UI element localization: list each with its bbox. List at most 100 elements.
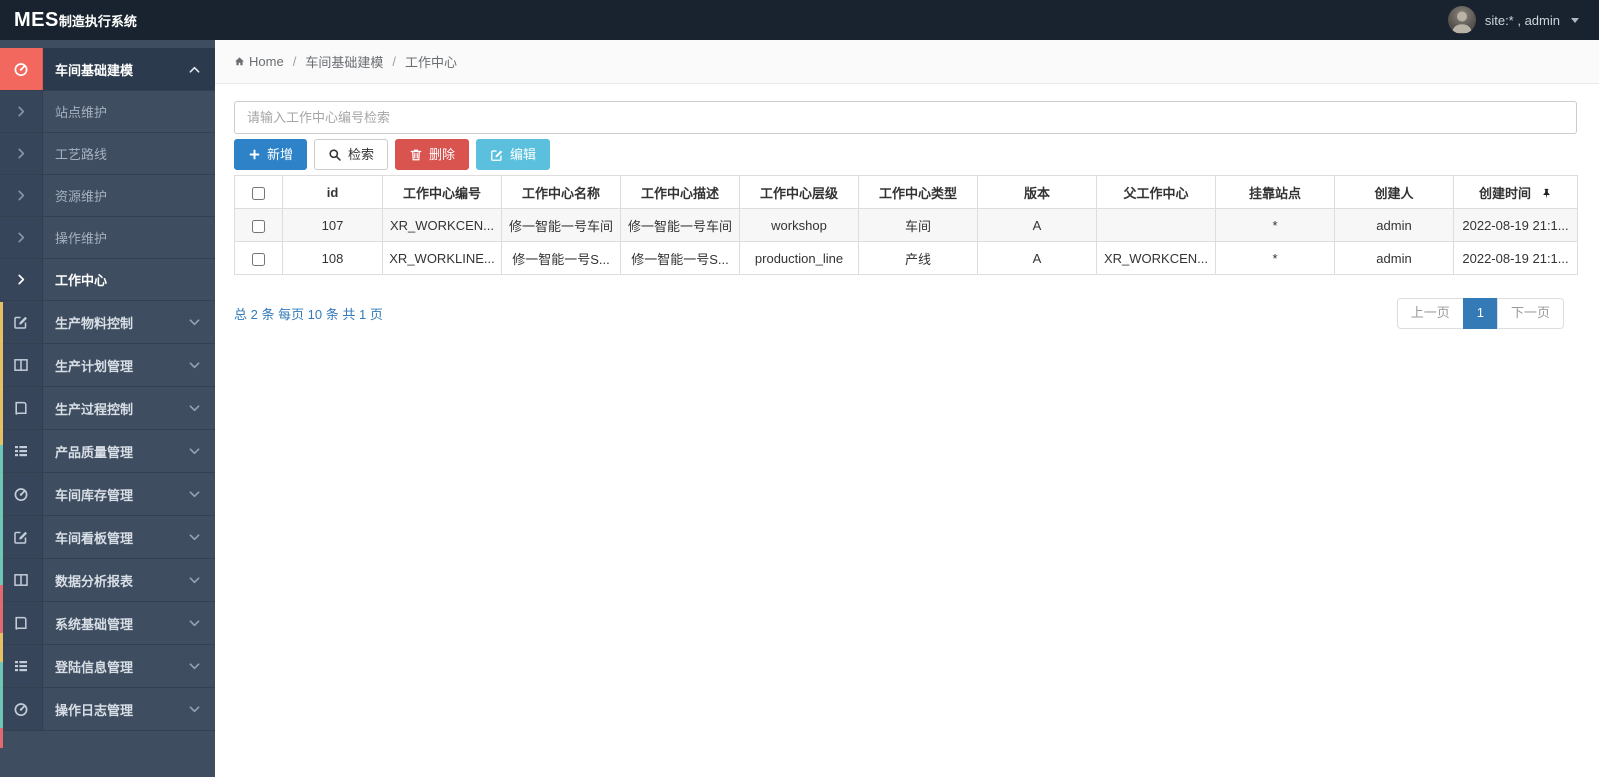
chevron-down-icon-wrap — [189, 344, 215, 386]
table-cell: production_line — [739, 241, 859, 275]
columns-icon — [13, 357, 29, 373]
table-cell: 107 — [282, 208, 383, 242]
column-header-label: 工作中心类型 — [878, 185, 957, 201]
column-header-3[interactable]: 工作中心描述 — [620, 175, 740, 209]
select-all-checkbox[interactable] — [252, 186, 265, 200]
chevron-down-icon-wrap — [189, 301, 215, 343]
prev-page-button[interactable]: 上一页 — [1396, 298, 1464, 329]
chevron-down-icon — [189, 661, 200, 672]
search-button-label: 检索 — [348, 147, 375, 162]
sidebar-submenu-4[interactable]: 操作维护 — [0, 217, 215, 259]
table-cell: A — [977, 241, 1097, 275]
table-cell: XR_WORKLINE... — [382, 241, 502, 275]
chevron-down-icon — [189, 489, 200, 500]
pin-icon[interactable] — [1541, 188, 1552, 199]
plus-icon — [248, 148, 261, 161]
menu-icon-cell — [0, 516, 43, 558]
table-cell — [1096, 208, 1216, 242]
add-button[interactable]: 新增 — [234, 139, 308, 170]
sidebar-submenu-2[interactable]: 工艺路线 — [0, 133, 215, 175]
table-cell: admin — [1334, 208, 1454, 242]
column-header-4[interactable]: 工作中心层级 — [739, 175, 859, 209]
sidebar-menu-11[interactable]: 车间看板管理 — [0, 516, 215, 559]
pagination: 上一页 1 下一页 — [1396, 298, 1564, 329]
column-header-10[interactable]: 创建时间 — [1453, 175, 1578, 209]
breadcrumb-item-1[interactable]: 车间基础建模 — [305, 52, 383, 71]
table-cell: 修一智能一号车间 — [501, 208, 621, 242]
chevron-down-icon — [189, 532, 200, 543]
select-all-header-cell — [234, 175, 283, 209]
page-1-button[interactable]: 1 — [1462, 298, 1498, 329]
column-header-1[interactable]: 工作中心编号 — [382, 175, 502, 209]
chevron-down-icon — [189, 618, 200, 629]
sidebar-menu-10[interactable]: 车间库存管理 — [0, 473, 215, 516]
chevron-down-icon-wrap — [189, 688, 215, 730]
sidebar-menu-13[interactable]: 系统基础管理 — [0, 602, 215, 645]
dashboard-icon — [13, 486, 29, 502]
sidebar-menu-15[interactable]: 操作日志管理 — [0, 688, 215, 731]
dashboard-icon — [13, 701, 29, 717]
table-cell: 修一智能一号S... — [620, 241, 740, 275]
sidebar-menu-9[interactable]: 产品质量管理 — [0, 430, 215, 473]
sidebar-menu-7[interactable]: 生产计划管理 — [0, 344, 215, 387]
column-header-0[interactable]: id — [282, 175, 383, 209]
chevron-down-icon-wrap — [189, 473, 215, 515]
row-select-cell — [234, 208, 283, 242]
column-header-2[interactable]: 工作中心名称 — [501, 175, 621, 209]
sidebar-item-label: 工艺路线 — [55, 147, 108, 162]
column-header-7[interactable]: 父工作中心 — [1096, 175, 1216, 209]
menu-icon-cell — [0, 602, 43, 644]
delete-button[interactable]: 删除 — [395, 139, 470, 170]
sidebar-item-label: 登陆信息管理 — [55, 659, 134, 675]
row-checkbox[interactable] — [252, 219, 265, 233]
table-cell: 车间 — [858, 208, 978, 242]
table-header-row: id 工作中心编号 工作中心名称 工作中心描述 工作中心层级 工作中心类型 版本 父工作中心 挂… — [234, 175, 1578, 209]
column-header-6[interactable]: 版本 — [977, 175, 1097, 209]
sidebar-submenu-3[interactable]: 资源维护 — [0, 175, 215, 217]
table-cell: * — [1215, 241, 1335, 275]
app-logo-main: MES — [14, 8, 59, 31]
menu-icon-cell — [0, 559, 43, 601]
table-cell: * — [1215, 208, 1335, 242]
column-header-8[interactable]: 挂靠站点 — [1215, 175, 1335, 209]
breadcrumb-label: Home — [249, 54, 284, 69]
table-cell: 108 — [282, 241, 383, 275]
breadcrumb-separator: / — [392, 54, 396, 69]
table-row-1[interactable]: 108 XR_WORKLINE... 修一智能一号S... 修一智能一号S... pro… — [234, 241, 1578, 275]
columns-icon — [13, 572, 29, 588]
menu-icon-cell — [0, 430, 43, 472]
chevron-down-icon — [189, 360, 200, 371]
sidebar-menu-12[interactable]: 数据分析报表 — [0, 559, 215, 602]
avatar[interactable] — [1447, 6, 1476, 34]
sidebar-menu-8[interactable]: 生产过程控制 — [0, 387, 215, 430]
next-page-button[interactable]: 下一页 — [1496, 298, 1564, 329]
sidebar-item-label: 资源维护 — [55, 189, 108, 204]
sidebar-item-label: 生产过程控制 — [55, 401, 134, 417]
table-row-0[interactable]: 107 XR_WORKCEN... 修一智能一号车间 修一智能一号车间 workshop… — [234, 208, 1578, 242]
chevron-down-icon-wrap — [189, 645, 215, 687]
user-menu[interactable]: site:* , admin — [1447, 6, 1599, 34]
column-header-9[interactable]: 创建人 — [1334, 175, 1454, 209]
column-header-5[interactable]: 工作中心类型 — [858, 175, 978, 209]
menu-icon-cell — [0, 301, 43, 343]
breadcrumb-label: 工作中心 — [404, 55, 457, 70]
chevron-right-icon — [16, 106, 27, 117]
chevron-down-icon — [189, 704, 200, 715]
search-button[interactable]: 检索 — [314, 139, 389, 170]
search-input[interactable] — [234, 101, 1577, 134]
main-area: Home/车间基础建模/工作中心 新增 检索 删除 编辑 id工作中心编 — [215, 0, 1599, 329]
row-checkbox[interactable] — [252, 252, 265, 266]
breadcrumb-item-0[interactable]: Home — [234, 54, 284, 69]
edit-button[interactable]: 编辑 — [476, 139, 551, 170]
edit-icon — [13, 529, 29, 545]
breadcrumb: Home / 车间基础建模 / 工作中心 — [215, 40, 1599, 84]
menu-icon-cell — [0, 48, 43, 90]
table-cell: admin — [1334, 241, 1454, 275]
submenu-arrow-cell — [0, 259, 43, 300]
sidebar-submenu-5[interactable]: 工作中心 — [0, 259, 215, 301]
workcenter-table: id 工作中心编号 工作中心名称 工作中心描述 工作中心层级 工作中心类型 版本 父工作中心 挂… — [234, 175, 1578, 275]
sidebar-menu-14[interactable]: 登陆信息管理 — [0, 645, 215, 688]
sidebar-menu-0[interactable]: 车间基础建模 — [0, 48, 215, 91]
sidebar-menu-6[interactable]: 生产物料控制 — [0, 301, 215, 344]
sidebar-submenu-1[interactable]: 站点维护 — [0, 91, 215, 133]
